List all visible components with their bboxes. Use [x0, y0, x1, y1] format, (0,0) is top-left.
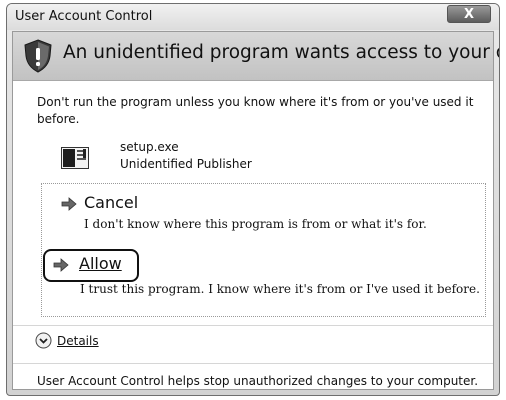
- header-band: An unidentified program wants access to …: [13, 32, 499, 81]
- program-publisher: Unidentified Publisher: [120, 157, 252, 171]
- arrow-right-icon: [61, 197, 77, 211]
- allow-description: I trust this program. I know where it's …: [80, 282, 480, 296]
- uac-dialog: User Account Control X An unidentified p…: [6, 3, 500, 396]
- divider: [13, 325, 493, 326]
- warning-text: Don't run the program unless you know wh…: [37, 95, 474, 126]
- arrow-right-icon: [53, 258, 69, 272]
- program-name: setup.exe: [120, 140, 179, 154]
- window-title: User Account Control: [15, 9, 153, 24]
- dialog-body: An unidentified program wants access to …: [12, 31, 499, 390]
- title-bar: User Account Control X: [7, 4, 499, 30]
- program-icon: [61, 147, 89, 169]
- details-link[interactable]: Details: [57, 334, 99, 348]
- footer-text: User Account Control helps stop unauthor…: [37, 374, 479, 388]
- chevron-down-circle-icon[interactable]: [35, 332, 52, 349]
- header-title: An unidentified program wants access to …: [63, 42, 499, 63]
- close-icon: X: [463, 6, 475, 22]
- cancel-button[interactable]: Cancel: [84, 193, 138, 212]
- divider: [13, 363, 493, 364]
- allow-button[interactable]: Allow: [79, 254, 122, 273]
- shield-warning-icon: [24, 39, 52, 73]
- close-button[interactable]: X: [447, 5, 491, 23]
- cancel-description: I don't know where this program is from …: [84, 217, 427, 231]
